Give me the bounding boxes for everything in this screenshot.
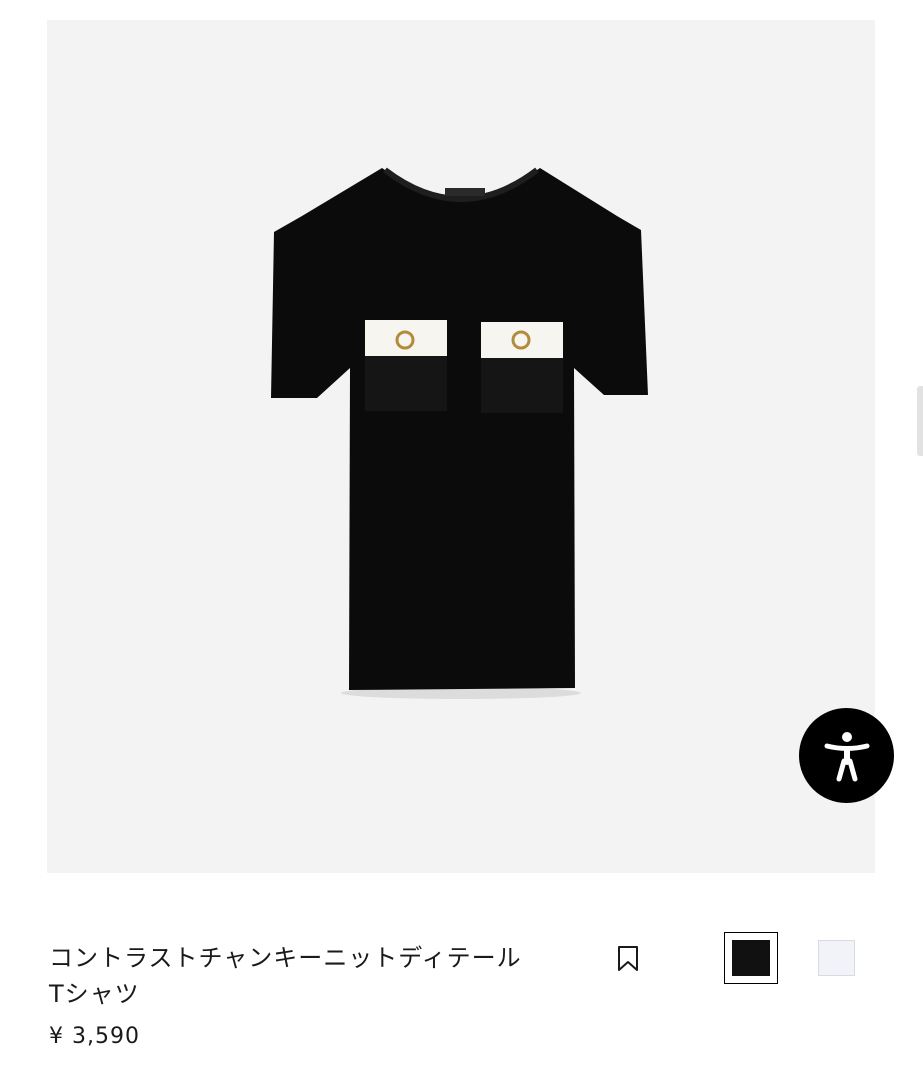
product-title[interactable]: コントラストチャンキーニットディテール Tシャツ <box>49 940 589 1012</box>
tshirt-illustration <box>271 167 648 699</box>
color-swatch-black[interactable] <box>724 932 778 984</box>
accessibility-button[interactable] <box>799 708 894 803</box>
scroll-indicator[interactable] <box>917 386 923 456</box>
product-image[interactable] <box>47 20 875 873</box>
product-title-line2: Tシャツ <box>49 980 140 1008</box>
color-swatch-black-fill <box>732 940 770 976</box>
accessibility-icon <box>824 731 869 781</box>
product-title-line1: コントラストチャンキーニットディテール <box>49 944 522 972</box>
bookmark-button[interactable] <box>614 944 642 974</box>
bookmark-icon <box>618 946 638 971</box>
product-price: ¥ 3,590 <box>49 1024 140 1049</box>
color-swatch-white[interactable] <box>818 940 855 976</box>
